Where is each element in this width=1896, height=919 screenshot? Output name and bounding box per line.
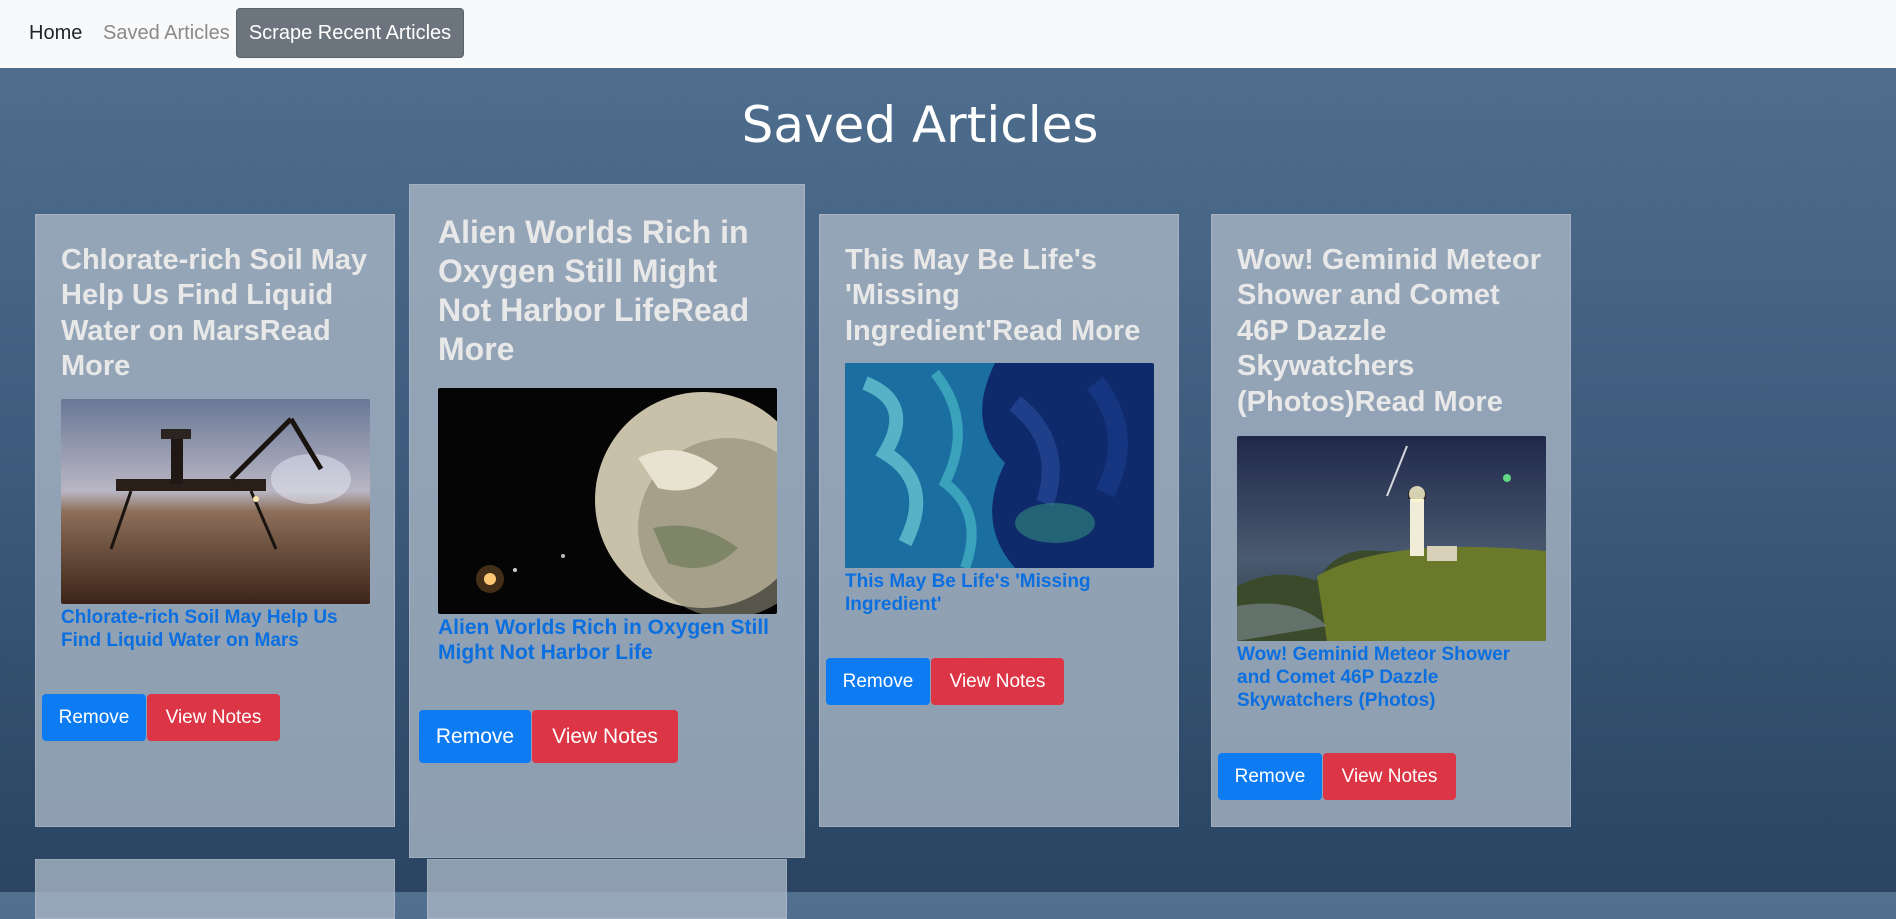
lighthouse-meteor-image bbox=[1237, 436, 1546, 641]
article-card: This May Be Life's 'Missing Ingredient' R… bbox=[819, 214, 1179, 827]
article-title: Alien Worlds Rich in Oxygen Still Might … bbox=[438, 214, 750, 368]
nav-saved-articles-link[interactable]: Saved Articles bbox=[103, 22, 230, 45]
article-link[interactable]: This May Be Life's 'Missing Ingredient' bbox=[845, 571, 1145, 617]
plankton-bloom-image bbox=[845, 363, 1154, 568]
view-notes-button[interactable]: View Notes bbox=[147, 694, 280, 741]
navbar: Home Saved Articles Scrape Recent Articl… bbox=[0, 0, 1896, 68]
article-card: Wow! Geminid Meteor Shower and Comet 46P… bbox=[1211, 214, 1571, 827]
article-card-partial bbox=[427, 859, 787, 919]
view-notes-button[interactable]: View Notes bbox=[931, 658, 1064, 705]
nav-home-link[interactable]: Home bbox=[29, 22, 82, 45]
article-card: Chlorate-rich Soil May Help Us Find Liqu… bbox=[35, 214, 395, 827]
scrape-articles-button[interactable]: Scrape Recent Articles bbox=[236, 8, 464, 58]
article-link[interactable]: Chlorate-rich Soil May Help Us Find Liqu… bbox=[61, 607, 361, 653]
remove-button[interactable]: Remove bbox=[419, 710, 531, 763]
article-title: Wow! Geminid Meteor Shower and Comet 46P… bbox=[1237, 244, 1541, 418]
mars-lander-image bbox=[61, 399, 370, 604]
article-link[interactable]: Alien Worlds Rich in Oxygen Still Might … bbox=[438, 615, 778, 665]
exoplanet-image bbox=[438, 388, 777, 614]
remove-button[interactable]: Remove bbox=[42, 694, 146, 741]
view-notes-button[interactable]: View Notes bbox=[1323, 753, 1456, 800]
article-title: This May Be Life's 'Missing Ingredient'R… bbox=[845, 244, 1141, 347]
page-title: Saved Articles bbox=[741, 96, 1099, 154]
remove-button[interactable]: Remove bbox=[1218, 753, 1322, 800]
view-notes-button[interactable]: View Notes bbox=[532, 710, 678, 763]
article-card: Alien Worlds Rich in Oxygen Still Might … bbox=[409, 184, 805, 858]
article-card-partial bbox=[35, 859, 395, 919]
article-title: Chlorate-rich Soil May Help Us Find Liqu… bbox=[61, 244, 368, 383]
remove-button[interactable]: Remove bbox=[826, 658, 930, 705]
article-link[interactable]: Wow! Geminid Meteor Shower and Comet 46P… bbox=[1237, 644, 1537, 712]
